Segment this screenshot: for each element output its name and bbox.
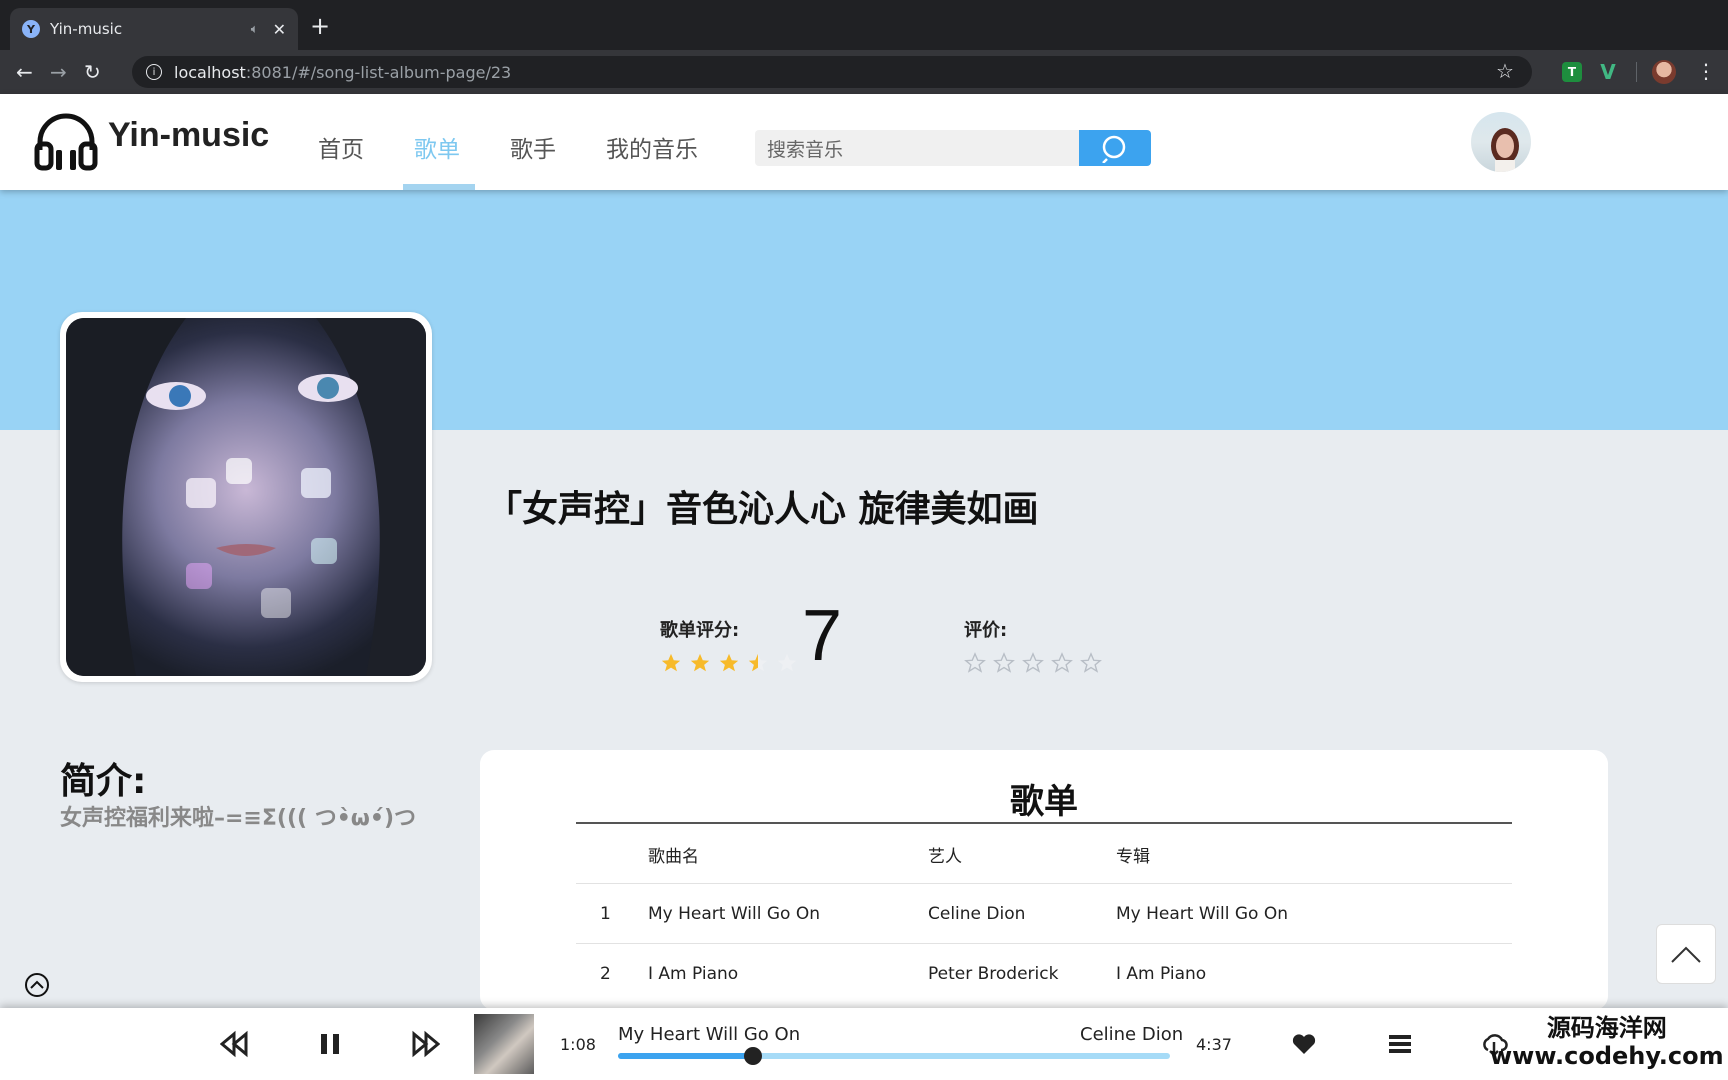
playlist-cover-image — [66, 318, 426, 676]
star-icon — [748, 653, 768, 672]
playlist-title: 「女声控」音色沁人心 旋律美如画 — [486, 489, 1039, 530]
back-icon[interactable]: ← — [16, 60, 33, 84]
tab-title: Yin-music — [50, 20, 123, 38]
next-track-icon[interactable] — [412, 1030, 440, 1058]
nav-playlists[interactable]: 歌单 — [414, 130, 460, 164]
row-album: My Heart Will Go On — [1116, 904, 1288, 924]
previous-track-icon[interactable] — [220, 1030, 248, 1058]
now-playing-cover[interactable] — [474, 1014, 534, 1074]
user-avatar[interactable] — [1471, 112, 1531, 172]
site-info-icon[interactable]: i — [146, 64, 162, 80]
row-artist: Peter Broderick — [928, 964, 1059, 984]
star-icon — [661, 653, 681, 672]
review-label: 评价: — [964, 620, 1008, 641]
avatar-photo — [1491, 128, 1519, 172]
column-artist: 艺人 — [928, 847, 962, 867]
intro-text: 女声控福利来啦–=≡Σ((( つ•̀ω•́)つ — [60, 806, 417, 831]
now-playing-artist: Celine Dion — [1080, 1024, 1184, 1045]
browser-menu-icon[interactable]: ⋮ — [1696, 60, 1716, 82]
nav-singers[interactable]: 歌手 — [510, 130, 556, 164]
headphones-logo-icon[interactable] — [34, 112, 98, 172]
star-icon[interactable] — [1022, 652, 1044, 674]
toolbar-divider — [1636, 62, 1637, 82]
playlist-score-value: 7 — [802, 596, 843, 676]
heart-icon[interactable] — [1290, 1030, 1318, 1058]
search-icon — [1102, 135, 1126, 163]
chevron-up-icon — [1671, 946, 1701, 963]
url-path: :8081/#/song-list-album-page/23 — [245, 62, 512, 82]
nav-my-music[interactable]: 我的音乐 — [606, 130, 698, 164]
reload-icon[interactable]: ↻ — [84, 60, 101, 84]
app-header: Yin-music 首页 歌单 歌手 我的音乐 搜索音乐 — [0, 94, 1728, 190]
row-album: I Am Piano — [1116, 964, 1207, 984]
song-list-heading: 歌单 — [1010, 782, 1078, 822]
row-index: 2 — [600, 964, 611, 984]
intro-title: 简介: — [60, 761, 147, 802]
browser-profile-avatar[interactable] — [1652, 60, 1676, 84]
watermark-line1: 源码海洋网 — [1546, 1014, 1667, 1042]
vue-devtools-icon[interactable]: V — [1598, 60, 1618, 84]
browser-tab[interactable]: Y Yin-music 🔈︎ ✕ — [10, 8, 298, 50]
forward-icon[interactable]: → — [50, 60, 67, 84]
logo-text[interactable]: Yin-music — [108, 116, 269, 155]
address-bar[interactable]: i localhost:8081/#/song-list-album-page/… — [132, 56, 1532, 88]
new-tab-icon[interactable]: + — [310, 14, 330, 38]
row-song-name[interactable]: I Am Piano — [648, 964, 738, 984]
now-playing-song: My Heart Will Go On — [618, 1024, 801, 1045]
star-icon[interactable] — [993, 652, 1015, 674]
browser-tab-bar: Y Yin-music 🔈︎ ✕ + — [0, 0, 1728, 50]
nav-active-indicator — [403, 184, 475, 190]
current-time: 1:08 — [560, 1035, 596, 1054]
playlist-score-stars — [660, 652, 798, 674]
watermark: 源码海洋网 www.codehy.com — [1490, 1014, 1724, 1070]
star-icon[interactable] — [1051, 652, 1073, 674]
row-artist: Celine Dion — [928, 904, 1026, 924]
row-song-name[interactable]: My Heart Will Go On — [648, 904, 820, 924]
progress-fill — [618, 1053, 754, 1059]
search-button[interactable] — [1079, 130, 1151, 166]
column-song-name: 歌曲名 — [648, 847, 699, 867]
favicon-icon: Y — [22, 20, 40, 38]
row-index: 1 — [600, 904, 611, 924]
collapse-player-icon[interactable] — [24, 972, 50, 998]
pause-icon[interactable] — [316, 1030, 344, 1058]
star-icon[interactable] — [1080, 652, 1102, 674]
progress-bar[interactable] — [618, 1047, 1170, 1065]
extension-t-icon[interactable]: T — [1562, 62, 1582, 82]
browser-toolbar: ← → ↻ i localhost:8081/#/song-list-album… — [0, 50, 1728, 94]
playlist-icon[interactable] — [1386, 1030, 1414, 1058]
total-time: 4:37 — [1196, 1035, 1232, 1054]
nav-home[interactable]: 首页 — [318, 130, 364, 164]
playlist-score-label: 歌单评分: — [660, 620, 740, 641]
star-icon — [690, 653, 710, 672]
review-stars[interactable] — [964, 652, 1102, 674]
close-tab-icon[interactable]: ✕ — [273, 20, 286, 39]
row-divider — [576, 943, 1512, 944]
bookmark-star-icon[interactable]: ☆ — [1496, 59, 1518, 83]
progress-handle[interactable] — [744, 1047, 763, 1065]
star-icon — [777, 653, 797, 672]
song-list-divider — [576, 822, 1512, 824]
url-host: localhost — [174, 62, 246, 82]
music-player-bar: 1:08 My Heart Will Go On Celine Dion 4:3… — [0, 1008, 1728, 1080]
row-divider — [576, 883, 1512, 884]
search-input[interactable]: 搜索音乐 — [755, 130, 1079, 166]
playlist-cover — [60, 312, 432, 682]
song-list-card: 歌单 歌曲名 艺人 专辑 1 My Heart Will Go On Celin… — [480, 750, 1608, 1010]
star-icon[interactable] — [964, 652, 986, 674]
scroll-to-top-button[interactable] — [1656, 924, 1716, 984]
audio-playing-icon[interactable]: 🔈︎ — [251, 22, 259, 37]
column-album: 专辑 — [1116, 847, 1150, 867]
star-icon — [719, 653, 739, 672]
watermark-line2: www.codehy.com — [1490, 1042, 1724, 1070]
